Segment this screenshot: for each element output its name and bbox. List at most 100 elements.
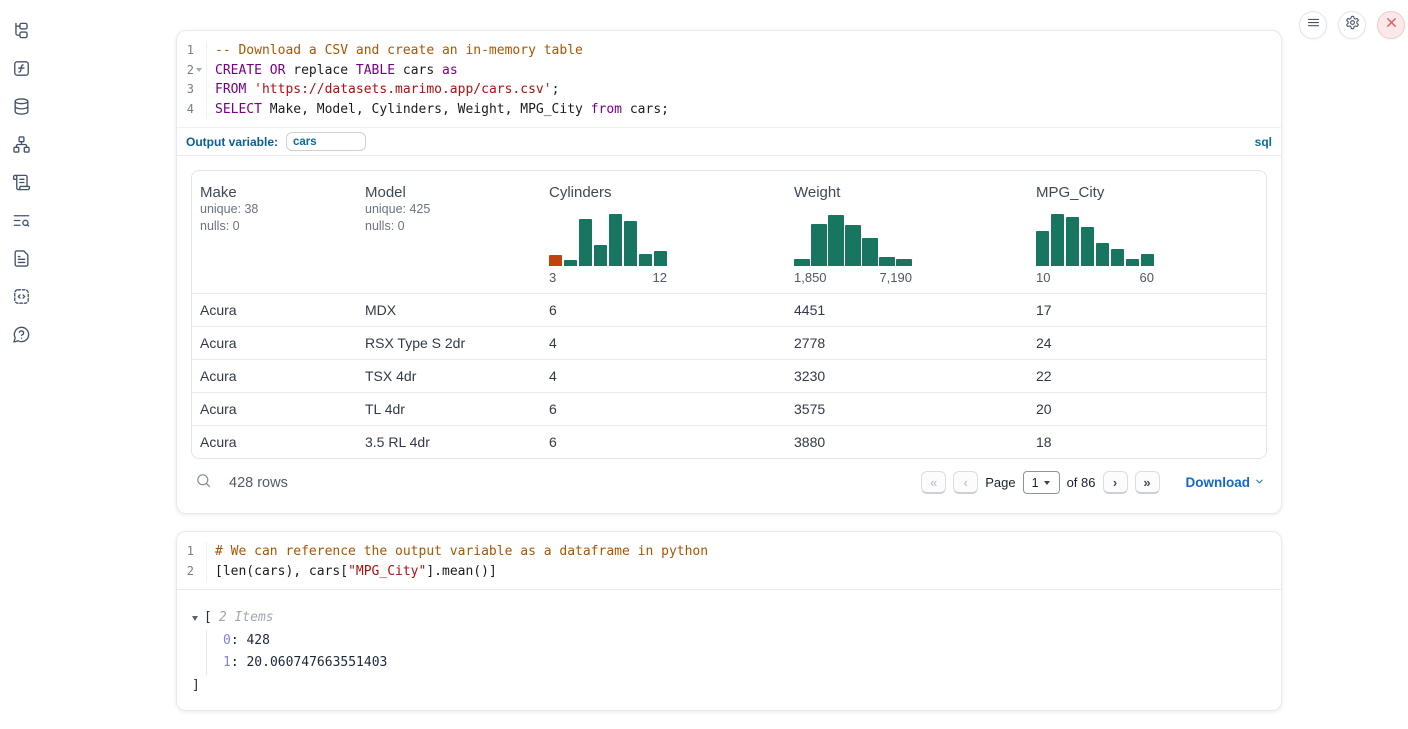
code-line: 1 # We can reference the output variable …: [177, 542, 1281, 562]
sql-output-area: Makeunique: 38nulls: 0Modelunique: 425nu…: [177, 156, 1281, 508]
column-header[interactable]: Cylinders312: [541, 171, 786, 293]
table-cell: 24: [1028, 335, 1266, 351]
histogram-bar: [1066, 217, 1079, 266]
tree-entry-key: 0: [223, 633, 231, 648]
code-content: [len(cars), cars["MPG_City"].mean()]: [207, 562, 497, 582]
histogram-axis-labels: 1,8507,190: [794, 270, 912, 285]
histogram-bar: [862, 238, 878, 266]
python-code-editor[interactable]: 1 # We can reference the output variable …: [177, 532, 1281, 589]
page-select-value: 1: [1032, 476, 1039, 490]
code-content: -- Download a CSV and create an in-memor…: [207, 41, 583, 61]
line-gutter: 1: [177, 542, 207, 562]
first-page-button[interactable]: «: [921, 471, 946, 494]
table-cell: Acura: [192, 335, 357, 351]
table-cell: 4: [541, 335, 786, 351]
sidebar-item-dependency-graph[interactable]: [11, 137, 31, 157]
column-stat: nulls: 0: [365, 218, 533, 235]
gear-icon: [1345, 15, 1360, 35]
help-bubble-icon: [12, 325, 31, 349]
sidebar-item-help[interactable]: [11, 327, 31, 347]
output-variable-input[interactable]: [286, 132, 366, 151]
database-icon: [12, 97, 31, 121]
table-cell: 3575: [786, 401, 1028, 417]
prev-page-button[interactable]: ‹: [953, 471, 978, 494]
column-histogram: [1036, 211, 1154, 266]
fold-slot: [194, 46, 204, 56]
histogram-bar: [579, 219, 592, 266]
hamburger-menu-icon: [1306, 15, 1321, 35]
histogram-axis-labels: 1060: [1036, 270, 1154, 285]
table-cell: Acura: [192, 302, 357, 318]
table-cell: 6: [541, 401, 786, 417]
code-content: CREATE OR replace TABLE cars as: [207, 61, 458, 81]
shutdown-button[interactable]: [1377, 11, 1405, 39]
close-icon: [1384, 15, 1399, 35]
notebook-actions: [1299, 11, 1405, 39]
next-page-button[interactable]: ›: [1103, 471, 1128, 494]
download-label: Download: [1186, 475, 1251, 490]
sidebar-item-datasources[interactable]: [11, 99, 31, 119]
fold-chevron-icon[interactable]: [196, 68, 202, 72]
tree-expand-icon[interactable]: [192, 616, 198, 621]
code-content: SELECT Make, Model, Cylinders, Weight, M…: [207, 100, 669, 120]
column-histogram: [549, 211, 667, 266]
code-line: 2CREATE OR replace TABLE cars as: [177, 61, 1281, 81]
code-token: -- Download a CSV and create an in-memor…: [215, 43, 583, 58]
code-token: SELECT: [215, 102, 262, 117]
line-number: 2: [187, 562, 194, 582]
histogram-bar: [549, 255, 562, 266]
table-row[interactable]: AcuraTL 4dr6357520: [192, 392, 1266, 425]
table-cell: 6: [541, 434, 786, 450]
table-row[interactable]: Acura3.5 RL 4dr6388018: [192, 425, 1266, 458]
line-gutter: 1: [177, 41, 207, 61]
line-number: 3: [187, 80, 194, 100]
table-cell: 22: [1028, 368, 1266, 384]
result-table: Makeunique: 38nulls: 0Modelunique: 425nu…: [191, 170, 1267, 459]
column-name: Weight: [794, 184, 1020, 201]
table-cell: 17: [1028, 302, 1266, 318]
table-row[interactable]: AcuraRSX Type S 2dr4277824: [192, 326, 1266, 359]
code-line: 1 -- Download a CSV and create an in-memo…: [177, 41, 1281, 61]
sidebar-item-documentation[interactable]: [11, 251, 31, 271]
column-name: Make: [200, 184, 349, 201]
search-icon[interactable]: [195, 472, 212, 494]
output-variable-label: Output variable:: [186, 135, 278, 149]
column-header[interactable]: MPG_City 1060: [1028, 171, 1266, 293]
table-header: Makeunique: 38nulls: 0Modelunique: 425nu…: [192, 171, 1266, 293]
settings-button[interactable]: [1338, 11, 1366, 39]
column-header[interactable]: Modelunique: 425nulls: 0: [357, 171, 541, 293]
sidebar-item-variables[interactable]: [11, 61, 31, 81]
code-token: [246, 82, 254, 97]
table-footer: 428 rows « ‹ Page 1 of 86 › » Download: [191, 459, 1267, 494]
code-token: TABLE: [356, 63, 395, 78]
column-header[interactable]: Makeunique: 38nulls: 0: [192, 171, 357, 293]
sidebar-item-logs[interactable]: [11, 213, 31, 233]
function-square-icon: [12, 59, 31, 83]
sql-code-editor[interactable]: 1 -- Download a CSV and create an in-memo…: [177, 31, 1281, 127]
table-cell: TSX 4dr: [357, 368, 541, 384]
table-row[interactable]: AcuraMDX6445117: [192, 293, 1266, 326]
column-name: Model: [365, 184, 533, 201]
tree-entry-value: : 20.060747663551403: [231, 655, 388, 670]
python-cell: 1 # We can reference the output variable …: [176, 531, 1282, 711]
sidebar-item-snippets[interactable]: [11, 289, 31, 309]
sidebar-item-scratchpad[interactable]: [11, 175, 31, 195]
code-token: # We can reference the output variable a…: [215, 544, 708, 559]
table-cell: Acura: [192, 434, 357, 450]
tree-entry-key: 1: [223, 655, 231, 670]
table-row[interactable]: AcuraTSX 4dr4323022: [192, 359, 1266, 392]
table-cell: 4: [541, 368, 786, 384]
code-token: "MPG_City": [348, 564, 426, 579]
sidebar-item-file-explorer[interactable]: [11, 23, 31, 43]
column-name: MPG_City: [1036, 184, 1258, 201]
download-button[interactable]: Download: [1186, 475, 1266, 490]
column-header[interactable]: Weight 1,8507,190: [786, 171, 1028, 293]
page-select[interactable]: 1: [1023, 471, 1060, 494]
menu-button[interactable]: [1299, 11, 1327, 39]
table-cell: 3230: [786, 368, 1028, 384]
chevron-down-icon: [1044, 481, 1050, 485]
histogram-bar: [639, 254, 652, 266]
last-page-button[interactable]: »: [1135, 471, 1160, 494]
histogram-bar: [828, 215, 844, 266]
chevron-right-icon: ›: [1113, 475, 1117, 490]
